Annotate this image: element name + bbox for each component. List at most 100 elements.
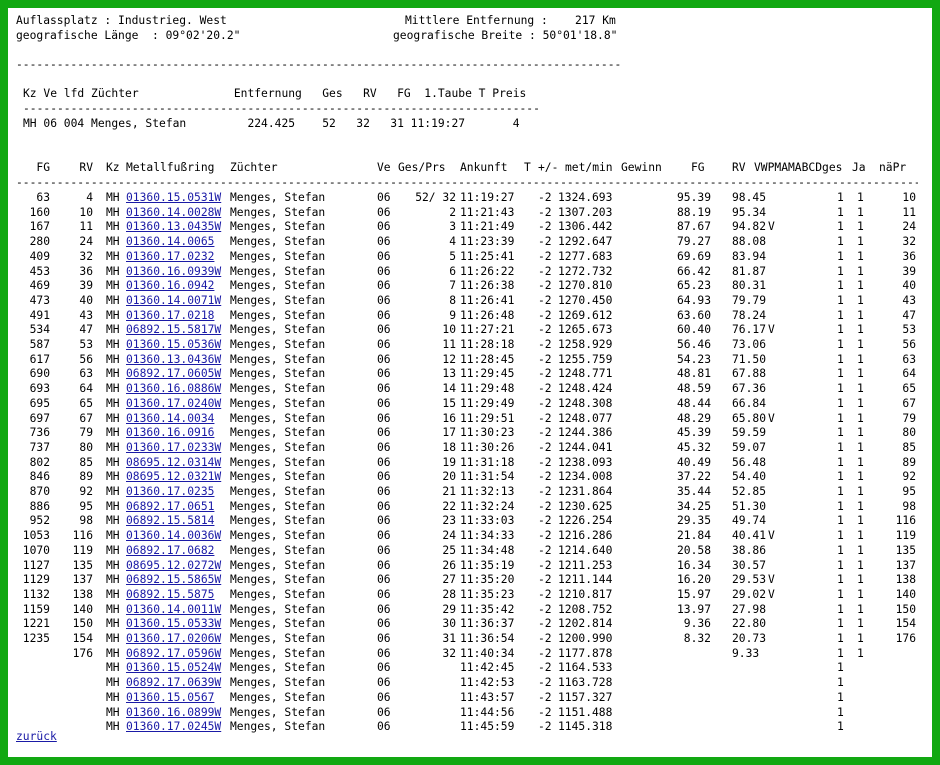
ve-value: 06: [377, 279, 391, 293]
fg-value: 737: [29, 440, 50, 454]
ja-flag: 1: [857, 279, 864, 293]
table-row: 1127 135 MH 08695.12.0272W Menges, Stefan 06 2…: [8, 559, 932, 574]
arrival-time: 11:31:18: [460, 455, 515, 469]
fg-value: 1235: [22, 632, 50, 645]
arrival-time: 11:35:19: [460, 558, 515, 572]
ring-link[interactable]: 01360.15.0531W: [126, 191, 221, 206]
arrival-time: 11:33:03: [460, 514, 515, 528]
ges-prs-value: 30: [442, 617, 456, 631]
ring-link[interactable]: 08695.12.0321W: [126, 470, 221, 485]
ring-link[interactable]: 06892.17.0651: [126, 500, 214, 515]
table-row: 469 39 MH 01360.16.0942 Menges, Stefan 06 7 11:…: [8, 279, 932, 294]
ring-link[interactable]: 06892.17.0605W: [126, 367, 221, 382]
ges-prs-value: 2: [449, 205, 456, 219]
ges-flag: 1: [837, 205, 844, 219]
table-row: 587 53 MH 01360.15.0536W Menges, Stefan 06 11 1…: [8, 338, 932, 353]
ring-link[interactable]: 01360.17.0245W: [126, 720, 221, 735]
arrival-time: 11:28:45: [460, 352, 515, 366]
ring-link[interactable]: 01360.13.0436W: [126, 353, 221, 368]
rv-points: 65.80: [732, 411, 767, 425]
ve-value: 06: [377, 558, 391, 572]
rv-value: 135: [72, 558, 93, 572]
ve-value: 06: [377, 191, 391, 204]
ring-link[interactable]: 01360.16.0939W: [126, 265, 221, 280]
ring-link[interactable]: 06892.15.5817W: [126, 323, 221, 338]
ring-link[interactable]: 01360.17.0240W: [126, 397, 221, 412]
rv-value: 43: [79, 308, 93, 322]
ring-link[interactable]: 08695.12.0272W: [126, 559, 221, 574]
ring-link[interactable]: 01360.16.0916: [126, 426, 214, 441]
fg-points: 45.39: [676, 426, 711, 440]
ring-link[interactable]: 01360.16.0942: [126, 279, 214, 294]
ges-flag: 1: [837, 308, 844, 322]
arrival-time: 11:26:41: [460, 293, 515, 307]
ring-link[interactable]: 01360.15.0567: [126, 691, 214, 706]
table-row: 280 24 MH 01360.14.0065 Menges, Stefan 06 4 11:…: [8, 235, 932, 250]
ring-link[interactable]: 01360.15.0524W: [126, 661, 221, 676]
plusminus-value: -2: [538, 632, 552, 645]
ring-link[interactable]: 01360.14.0071W: [126, 294, 221, 309]
ja-flag: 1: [857, 308, 864, 322]
ring-link[interactable]: 01360.16.0899W: [126, 706, 221, 721]
ring-link[interactable]: 01360.17.0232: [126, 250, 214, 265]
rv-points: 29.53: [732, 573, 767, 587]
ve-value: 06: [377, 529, 391, 543]
kz-value: MH: [106, 529, 120, 543]
ring-link[interactable]: 08695.12.0314W: [126, 456, 221, 471]
next-prize: 24: [902, 220, 916, 234]
kz-value: MH: [106, 205, 120, 219]
ve-value: 06: [377, 661, 391, 675]
ring-link[interactable]: 01360.16.0886W: [126, 382, 221, 397]
ring-link[interactable]: 01360.17.0233W: [126, 441, 221, 456]
ring-link[interactable]: 06892.17.0682: [126, 544, 214, 559]
ring-link[interactable]: 06892.15.5875: [126, 588, 214, 603]
ring-link[interactable]: 06892.17.0596W: [126, 647, 221, 662]
breeder-name: Menges, Stefan: [230, 602, 326, 616]
table-row: 167 11 MH 01360.13.0435W Menges, Stefan 06 3 11…: [8, 220, 932, 235]
plusminus-value: -2: [538, 249, 552, 263]
latitude: geografische Breite : 50°01'18.8": [393, 29, 618, 42]
ring-link[interactable]: 01360.17.0206W: [126, 632, 221, 647]
fg-value: 453: [29, 264, 50, 278]
results-table-header: FG RV Kz Metallfußring Züchter Ve Ges/Pr…: [8, 161, 932, 176]
fg-value: 534: [29, 323, 50, 337]
ring-link[interactable]: 01360.15.0536W: [126, 338, 221, 353]
ges-prs-value: 25: [442, 543, 456, 557]
ring-link[interactable]: 01360.14.0028W: [126, 206, 221, 221]
ring-link[interactable]: 01360.14.0034: [126, 412, 214, 427]
ring-link[interactable]: 01360.17.0235: [126, 485, 214, 500]
ring-link[interactable]: 01360.14.0065: [126, 235, 214, 250]
ges-flag: 1: [837, 323, 844, 337]
ring-link[interactable]: 01360.15.0533W: [126, 617, 221, 632]
ring-link[interactable]: 01360.14.0011W: [126, 603, 221, 618]
longitude: geografische Länge : 09°02'20.2": [16, 29, 241, 42]
ring-link[interactable]: 01360.17.0218: [126, 309, 214, 324]
rv-value: 39: [79, 279, 93, 293]
ve-value: 06: [377, 514, 391, 528]
ring-link[interactable]: 06892.15.5865W: [126, 573, 221, 588]
rv-value: 92: [79, 485, 93, 498]
ring-link[interactable]: 01360.13.0435W: [126, 220, 221, 235]
arrival-time: 11:35:20: [460, 573, 515, 587]
next-prize: 119: [895, 529, 916, 543]
speed-value: 1216.286: [558, 529, 613, 543]
ja-flag: 1: [857, 264, 864, 278]
ring-link[interactable]: 01360.14.0036W: [126, 529, 221, 544]
arrival-time: 11:35:42: [460, 602, 515, 616]
fg-value: 1129: [22, 573, 50, 587]
kz-value: MH: [106, 602, 120, 616]
ges-flag: 1: [837, 617, 844, 631]
ring-link[interactable]: 06892.15.5814: [126, 514, 214, 529]
speed-value: 1277.683: [558, 249, 613, 263]
ring-link[interactable]: 06892.17.0639W: [126, 676, 221, 691]
back-link[interactable]: zurück: [16, 730, 57, 743]
ges-prs-value: 10: [442, 323, 456, 337]
plusminus-value: -2: [538, 220, 552, 234]
fg-points: 8.32: [683, 632, 711, 645]
speed-value: 1151.488: [558, 705, 613, 719]
rv-value: 24: [79, 235, 93, 249]
speed-value: 1272.732: [558, 264, 613, 278]
ges-prs-value: 23: [442, 514, 456, 528]
ges-prs-value: 7: [449, 279, 456, 293]
plusminus-value: -2: [538, 205, 552, 219]
